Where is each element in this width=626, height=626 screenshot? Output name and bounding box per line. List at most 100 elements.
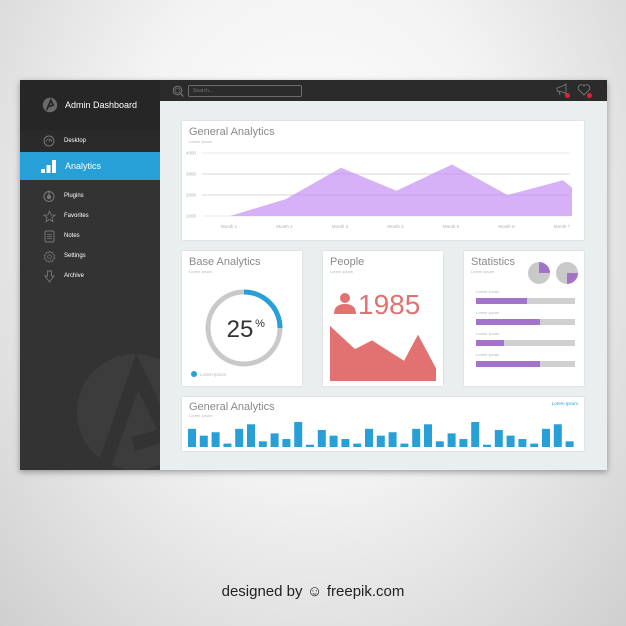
statistics-pies bbox=[528, 262, 578, 284]
percent-value: 25 bbox=[227, 316, 254, 343]
general-analytics-card: General Analytics Lorem Ipsum 1000 2000 30… bbox=[182, 121, 584, 240]
people-card: People Lorem Ipsum 1985 bbox=[323, 251, 443, 386]
sidebar-item-label: Plugins bbox=[64, 193, 84, 199]
credit-text: designed by bbox=[221, 583, 303, 600]
top-bar bbox=[160, 80, 607, 101]
bar bbox=[565, 441, 574, 447]
bar bbox=[494, 429, 503, 447]
pie-slice bbox=[567, 273, 578, 284]
bar bbox=[306, 444, 314, 447]
search-input[interactable] bbox=[188, 84, 302, 97]
bar bbox=[365, 428, 373, 447]
credit-brand: freepik.com bbox=[326, 583, 405, 600]
y-tick-label: 1000 bbox=[186, 214, 197, 219]
y-tick-label: 4000 bbox=[186, 151, 197, 156]
bar bbox=[376, 435, 385, 447]
sidebar-item-label: Desktop bbox=[64, 138, 87, 144]
sidebar-item-label: Favorites bbox=[64, 213, 89, 219]
percent-unit: % bbox=[255, 318, 265, 330]
stat-label: Lorem Ipsum bbox=[476, 289, 500, 294]
x-tick-label: Month 2 bbox=[276, 224, 293, 229]
sparkline-area bbox=[330, 325, 436, 381]
logo-watermark-icon bbox=[77, 353, 160, 470]
x-tick-label: Month 1 bbox=[221, 224, 238, 229]
star-icon bbox=[42, 209, 56, 223]
bar bbox=[270, 433, 279, 447]
bar bbox=[211, 432, 220, 447]
notes-icon bbox=[42, 229, 56, 243]
notifications-button[interactable] bbox=[555, 83, 570, 98]
bar bbox=[294, 422, 303, 447]
sidebar-item-analytics[interactable]: Analytics bbox=[20, 152, 160, 180]
bar bbox=[530, 443, 539, 447]
dashboard-gauge-icon bbox=[42, 134, 56, 148]
pie-slice bbox=[539, 262, 550, 273]
stat-label: Lorem Ipsum bbox=[476, 331, 500, 336]
freepik-logo-icon: ☺ bbox=[307, 583, 323, 600]
pie-chart bbox=[556, 262, 578, 284]
legend-dot bbox=[191, 371, 197, 377]
bar bbox=[223, 443, 232, 447]
sidebar-item-notes[interactable]: Notes bbox=[20, 226, 160, 246]
sidebar-item-plugins[interactable]: Plugins bbox=[20, 186, 160, 206]
favorites-badge bbox=[587, 93, 592, 98]
stat-progress-bar bbox=[476, 319, 575, 325]
search-icon[interactable] bbox=[172, 85, 184, 97]
bar bbox=[447, 433, 456, 447]
stat-label: Lorem Ipsum bbox=[476, 310, 500, 315]
area-chart: 1000 2000 3000 4000 Month 1 Month 2 Month 3 Mon… bbox=[186, 151, 572, 229]
x-tick-label: Month 7 bbox=[554, 224, 571, 229]
bar bbox=[424, 424, 432, 447]
progress-donut: 25 % Lorem Ipsum bbox=[191, 289, 283, 377]
base-analytics-card: Base Analytics Lorem Ipsum 25 % Lorem Ip… bbox=[182, 251, 302, 386]
pie-chart bbox=[528, 262, 550, 284]
bar bbox=[435, 441, 444, 447]
bar bbox=[258, 441, 267, 447]
general-analytics-bars-card: General Analytics Lorem Ipsum Lorem Ipsu… bbox=[182, 397, 584, 451]
y-tick-label: 2000 bbox=[186, 193, 197, 198]
footer-credit: designed by ☺ freepik.com bbox=[0, 583, 626, 600]
sidebar-item-label: Archive bbox=[64, 273, 85, 279]
x-tick-label: Month 3 bbox=[332, 224, 349, 229]
x-tick-label: Month 4 bbox=[387, 224, 404, 229]
bar bbox=[353, 443, 362, 447]
sidebar-item-favorites[interactable]: Favorites bbox=[20, 206, 160, 226]
arrow-down-icon bbox=[42, 269, 56, 283]
stat-progress-bar bbox=[476, 340, 575, 346]
sidebar-item-desktop[interactable]: Desktop bbox=[20, 130, 160, 152]
x-tick-label: Month 5 bbox=[443, 224, 460, 229]
card-subtitle: Lorem Ipsum bbox=[330, 269, 354, 274]
people-count: 1985 bbox=[358, 289, 421, 320]
gear-icon bbox=[42, 249, 56, 263]
stat-progress-fill bbox=[476, 340, 504, 346]
favorites-button[interactable] bbox=[577, 83, 592, 98]
bar bbox=[282, 439, 291, 447]
sidebar-item-label: Settings bbox=[64, 253, 86, 259]
power-icon bbox=[42, 189, 56, 203]
main-content: General Analytics Lorem Ipsum 1000 2000 30… bbox=[160, 101, 607, 470]
bar bbox=[518, 439, 527, 447]
app-window: Admin Dashboard Desktop Analytics Plugin… bbox=[20, 80, 607, 470]
sidebar-item-settings[interactable]: Settings bbox=[20, 246, 160, 266]
card-title: People bbox=[330, 256, 365, 268]
sidebar-item-label: Notes bbox=[64, 233, 80, 239]
app-logo-icon bbox=[42, 97, 58, 113]
statistics-card: Statistics Lorem Ipsum Lorem Ipsum Lorem … bbox=[464, 251, 584, 386]
sidebar-item-label: Analytics bbox=[65, 161, 102, 171]
app-title: Admin Dashboard bbox=[65, 100, 138, 110]
bar bbox=[553, 424, 562, 447]
notification-badge bbox=[565, 93, 570, 98]
stat-label: Lorem Ipsum bbox=[476, 352, 500, 357]
brand-header: Admin Dashboard bbox=[20, 80, 160, 130]
bar bbox=[459, 439, 468, 447]
stat-progress-fill bbox=[476, 319, 541, 325]
bar-chart-icon bbox=[40, 159, 58, 173]
legend-label: Lorem Ipsum bbox=[200, 372, 227, 377]
stat-progress-bar bbox=[476, 361, 575, 367]
stat-progress-fill bbox=[476, 298, 528, 304]
bar bbox=[199, 435, 208, 447]
sidebar-item-archive[interactable]: Archive bbox=[20, 266, 160, 286]
people-sparkline bbox=[330, 325, 436, 381]
sidebar: Admin Dashboard Desktop Analytics Plugin… bbox=[20, 80, 160, 470]
bar bbox=[341, 439, 350, 447]
